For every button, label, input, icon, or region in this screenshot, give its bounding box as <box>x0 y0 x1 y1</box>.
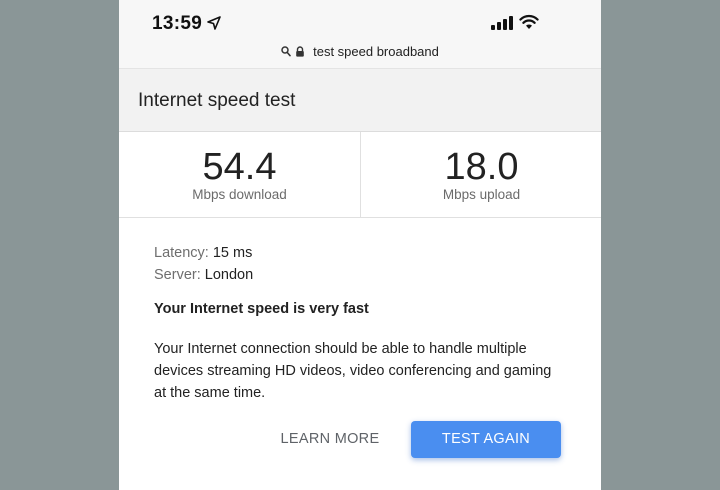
learn-more-button[interactable]: LEARN MORE <box>265 421 395 457</box>
upload-metric: 18.0 Mbps upload <box>360 132 601 217</box>
speed-metrics: 54.4 Mbps download 18.0 Mbps upload <box>119 132 601 218</box>
url-bar[interactable]: test speed broadband <box>119 38 601 69</box>
server-line: Server: London <box>154 264 584 286</box>
upload-value: 18.0 <box>444 146 519 188</box>
test-again-button[interactable]: TEST AGAIN <box>411 421 561 458</box>
page-title: Internet speed test <box>138 90 296 111</box>
location-arrow-icon <box>207 16 221 30</box>
download-metric: 54.4 Mbps download <box>119 132 360 217</box>
test-details: Latency: 15 ms Server: London <box>154 242 584 286</box>
search-icon <box>281 45 291 56</box>
lock-icon <box>296 45 304 57</box>
phone-screen: 13:59 test speed broadband Internet spee… <box>119 0 601 490</box>
upload-label: Mbps upload <box>442 187 521 202</box>
status-bar: 13:59 <box>119 0 601 43</box>
cellular-signal-icon <box>491 16 513 30</box>
wifi-icon <box>519 14 539 29</box>
latency-key: Latency: <box>154 245 209 261</box>
url-bar-content: test speed broadband <box>281 44 439 59</box>
download-value: 54.4 <box>202 146 277 188</box>
server-key: Server: <box>154 267 201 283</box>
speed-description: Your Internet connection should be able … <box>154 341 552 401</box>
speed-test-header: Internet speed test <box>119 69 601 132</box>
download-label: Mbps download <box>192 187 287 202</box>
server-value: London <box>204 267 254 283</box>
latency-line: Latency: 15 ms <box>154 242 584 264</box>
url-text: test speed broadband <box>313 43 439 59</box>
speed-verdict: Your Internet speed is very fast <box>154 301 369 317</box>
status-time: 13:59 <box>152 13 203 34</box>
latency-value: 15 ms <box>212 245 253 261</box>
